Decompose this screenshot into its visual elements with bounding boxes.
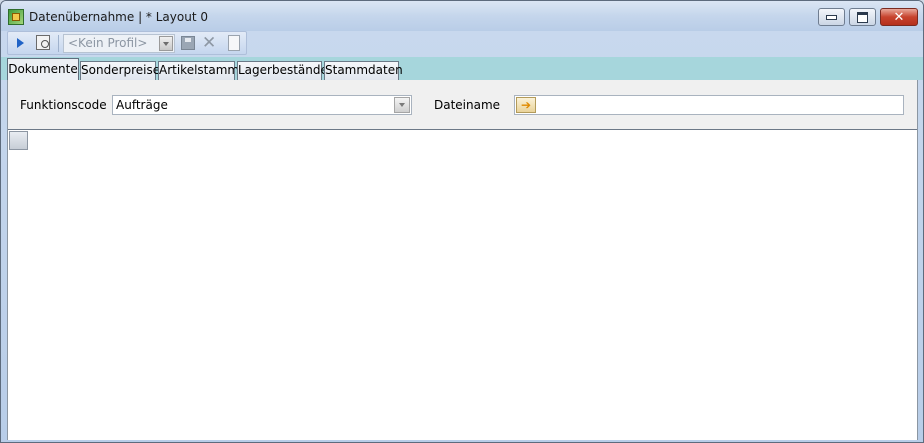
tab-label: Dokumente: [8, 62, 78, 76]
grid-select-all-corner[interactable]: [9, 131, 28, 150]
filename-field[interactable]: ➔: [514, 95, 904, 115]
toolbar-separator: [58, 35, 59, 52]
toolbar: <Kein Profil> ✕: [7, 31, 247, 55]
minimize-button[interactable]: [818, 8, 845, 26]
tab-sonderpreise[interactable]: Sonderpreise: [80, 61, 160, 80]
tab-label: Lagerbestände: [238, 63, 328, 77]
close-icon: ✕: [893, 9, 905, 25]
tab-lagerbestaende[interactable]: Lagerbestände: [237, 61, 328, 80]
title-bar[interactable]: Datenübernahme | * Layout 0 ✕: [1, 1, 923, 31]
maximize-icon: [857, 11, 868, 23]
data-grid[interactable]: [8, 129, 917, 440]
delete-icon[interactable]: ✕: [202, 33, 216, 53]
tab-strip: Dokumente Sonderpreise Artikelstamm Lage…: [1, 57, 923, 80]
arrow-right-icon[interactable]: ➔: [516, 97, 536, 113]
close-button[interactable]: ✕: [880, 8, 918, 26]
tab-artikelstamm[interactable]: Artikelstamm: [158, 61, 239, 80]
app-icon: [8, 9, 24, 25]
preview-icon[interactable]: [36, 35, 50, 50]
function-code-select[interactable]: Aufträge: [112, 95, 412, 115]
play-icon[interactable]: [17, 38, 24, 48]
window-title: Datenübernahme | * Layout 0: [29, 10, 208, 24]
tab-label: Sonderpreise: [81, 63, 161, 77]
tab-label: Artikelstamm: [159, 63, 240, 77]
chevron-down-icon[interactable]: [159, 36, 173, 51]
documents-pane: Funktionscode Aufträge Dateiname ➔: [7, 80, 918, 440]
tab-stammdaten[interactable]: Stammdaten: [324, 61, 403, 80]
minimize-icon: [826, 14, 837, 20]
save-icon[interactable]: [181, 36, 195, 50]
maximize-button[interactable]: [849, 8, 876, 26]
profile-select-value: <Kein Profil>: [68, 36, 148, 50]
new-document-icon[interactable]: [228, 35, 240, 51]
filename-label: Dateiname: [434, 98, 501, 112]
main-window: Datenübernahme | * Layout 0 ✕ <Kein Prof…: [0, 0, 924, 443]
chevron-down-icon[interactable]: [394, 97, 410, 113]
function-code-value: Aufträge: [116, 98, 168, 112]
profile-select[interactable]: <Kein Profil>: [63, 34, 175, 53]
tab-label: Stammdaten: [325, 63, 403, 77]
tab-dokumente[interactable]: Dokumente: [7, 58, 79, 80]
function-code-label: Funktionscode: [20, 98, 107, 112]
